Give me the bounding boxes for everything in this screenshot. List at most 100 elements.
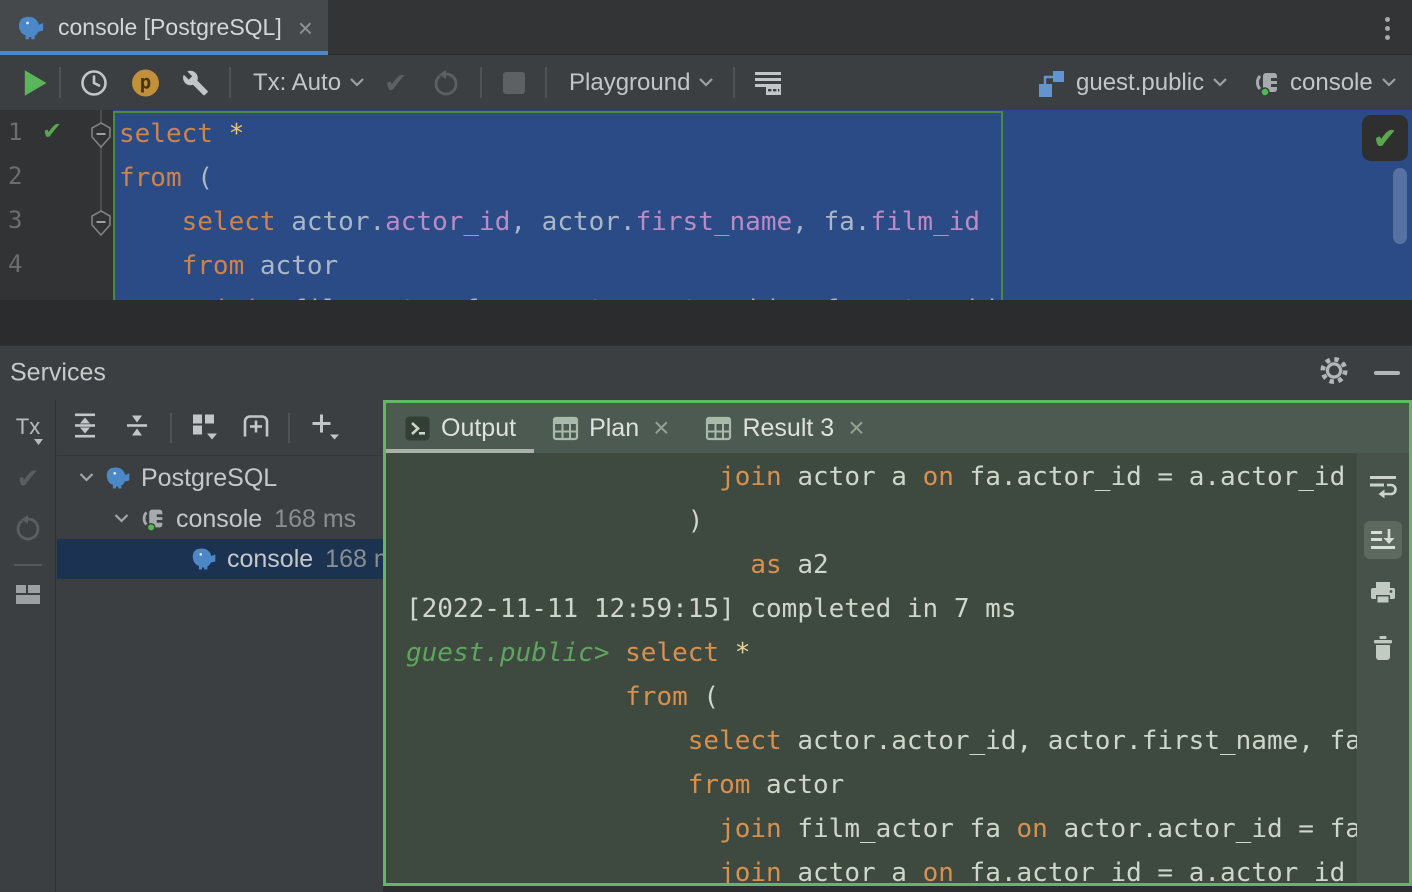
commit-strip-button[interactable]: ✔ — [0, 462, 56, 495]
execute-button[interactable] — [22, 69, 48, 97]
output-console[interactable]: join actor a on fa.actor_id = a.actor_id… — [386, 453, 1357, 883]
tree-label: console — [176, 505, 262, 534]
schema-label: guest.public — [1076, 69, 1204, 97]
fold-marker-icon[interactable] — [90, 122, 112, 148]
clear-trash-button[interactable] — [1364, 629, 1402, 667]
strip-separator — [14, 564, 42, 566]
console-line: select actor.actor_id, actor.first_name,… — [406, 719, 1357, 763]
tree-row-console-result[interactable]: console 168 ms — [57, 539, 384, 579]
table-icon — [705, 415, 732, 442]
editor-bottom-band — [0, 300, 1412, 345]
in-editor-results-button[interactable] — [753, 69, 783, 97]
console-line: from ( — [406, 675, 1357, 719]
code-line: select actor.actor_id, actor.first_name,… — [119, 200, 1412, 244]
code-line: join film_actor fa on actor.actor_id = f… — [119, 288, 1412, 300]
services-panel-body: Tx ✔ — [0, 400, 1412, 892]
toolbar-separator — [480, 67, 482, 98]
editor-tab-console-postgresql[interactable]: console [PostgreSQL] × — [0, 0, 328, 55]
services-panel-header: Services — [0, 345, 1412, 400]
schema-icon — [1036, 68, 1066, 98]
fold-marker-icon[interactable] — [90, 210, 112, 236]
tx-strip-button[interactable]: Tx — [0, 414, 56, 440]
commit-check-icon: ✔ — [384, 66, 407, 99]
soft-wrap-button[interactable] — [1364, 467, 1402, 505]
console-line: join film_actor fa on actor.actor_id = f… — [406, 807, 1357, 851]
code-line: from ( — [119, 156, 1412, 200]
chevron-down-icon[interactable] — [113, 510, 130, 528]
chevron-down-icon[interactable] — [78, 469, 95, 487]
datagrip-window: console [PostgreSQL] × p Tx: Auto ✔ — [0, 0, 1412, 892]
tab-output[interactable]: Output — [386, 403, 534, 453]
add-to-frame-button[interactable] — [241, 410, 271, 445]
tx-mode-label: Tx: Auto — [253, 69, 341, 97]
editor-scrollbar-thumb[interactable] — [1393, 168, 1407, 244]
layout-strip-button[interactable] — [0, 582, 56, 608]
history-button[interactable] — [80, 69, 108, 97]
tx-strip-arrow-icon — [34, 426, 43, 452]
console-session-icon — [139, 505, 167, 533]
print-button[interactable] — [1364, 575, 1402, 613]
tab-close-icon[interactable]: × — [848, 414, 864, 442]
output-panel: Output Plan × Result 3 × — [383, 400, 1412, 886]
tab-label: Output — [441, 414, 516, 443]
postgresql-elephant-icon — [190, 545, 218, 573]
toolbar-separator — [229, 67, 231, 98]
tree-duration: 168 ms — [325, 545, 384, 574]
toolbar-separator — [59, 67, 61, 98]
editor-code-area[interactable]: select *from ( select actor.actor_id, ac… — [113, 110, 1412, 300]
rollback-button[interactable] — [432, 69, 460, 97]
toolbar-separator — [733, 67, 735, 98]
statement-success-check-icon: ✔ — [42, 110, 62, 154]
services-title: Services — [10, 359, 106, 388]
session-selector[interactable]: console — [1252, 68, 1397, 98]
minimize-icon[interactable] — [1374, 371, 1400, 375]
tx-mode-selector[interactable]: Tx: Auto — [253, 69, 365, 97]
playground-label: Playground — [569, 69, 690, 97]
services-left-toolbar: Tx ✔ — [0, 400, 56, 892]
tab-close-icon[interactable]: × — [653, 414, 669, 442]
group-by-button[interactable] — [190, 410, 220, 445]
console-line: join actor a on fa.actor_id = a.actor_id — [406, 455, 1357, 499]
tab-label: Plan — [589, 414, 639, 443]
tree-label: PostgreSQL — [141, 464, 277, 493]
schema-selector[interactable]: guest.public — [1036, 68, 1228, 98]
title-bar: console [PostgreSQL] × — [0, 0, 1412, 55]
console-toolbar: p Tx: Auto ✔ Playground — [0, 55, 1412, 110]
scroll-to-end-button[interactable] — [1364, 521, 1402, 559]
stop-icon — [503, 72, 525, 94]
console-line: ) — [406, 499, 1357, 543]
add-service-button[interactable] — [308, 410, 340, 445]
settings-wrench-button[interactable] — [182, 69, 209, 96]
profile-badge-button[interactable]: p — [132, 69, 159, 96]
gutter-row: 2 — [0, 154, 113, 198]
session-label: console — [1290, 69, 1373, 97]
collapse-all-button[interactable] — [123, 411, 151, 444]
tab-close-icon[interactable]: × — [298, 15, 313, 41]
output-console-icon — [404, 415, 431, 442]
gear-icon[interactable] — [1318, 355, 1350, 392]
toolbar-separator — [545, 67, 547, 98]
commit-strip-icon: ✔ — [16, 462, 39, 495]
tree-row-console-session[interactable]: console 168 ms — [57, 499, 384, 539]
tab-result-3[interactable]: Result 3 × — [687, 403, 882, 453]
console-session-icon — [1252, 68, 1282, 98]
kebab-menu-icon[interactable] — [1376, 11, 1398, 45]
expand-all-button[interactable] — [71, 411, 99, 444]
sql-editor[interactable]: 1✔234 select *from ( select actor.actor_… — [0, 110, 1412, 300]
console-line: [2022-11-11 12:59:15] completed in 7 ms — [406, 587, 1357, 631]
tab-title: console [PostgreSQL] — [58, 14, 282, 41]
tab-plan[interactable]: Plan × — [534, 403, 687, 453]
output-right-toolbar — [1357, 453, 1409, 883]
chevron-down-icon — [349, 74, 365, 92]
postgresql-elephant-icon — [104, 464, 132, 492]
console-line: join actor a on fa.actor_id = a.actor_id — [406, 851, 1357, 883]
stop-button[interactable] — [503, 72, 525, 94]
postgresql-elephant-icon — [16, 13, 46, 43]
playground-selector[interactable]: Playground — [569, 69, 714, 97]
console-line: as a2 — [406, 543, 1357, 587]
rollback-strip-button[interactable] — [0, 514, 56, 542]
commit-button[interactable]: ✔ — [384, 66, 407, 99]
tree-row-postgresql[interactable]: PostgreSQL — [57, 457, 384, 499]
inspection-status-widget[interactable]: ✔ — [1362, 115, 1408, 161]
profile-badge: p — [132, 69, 159, 96]
